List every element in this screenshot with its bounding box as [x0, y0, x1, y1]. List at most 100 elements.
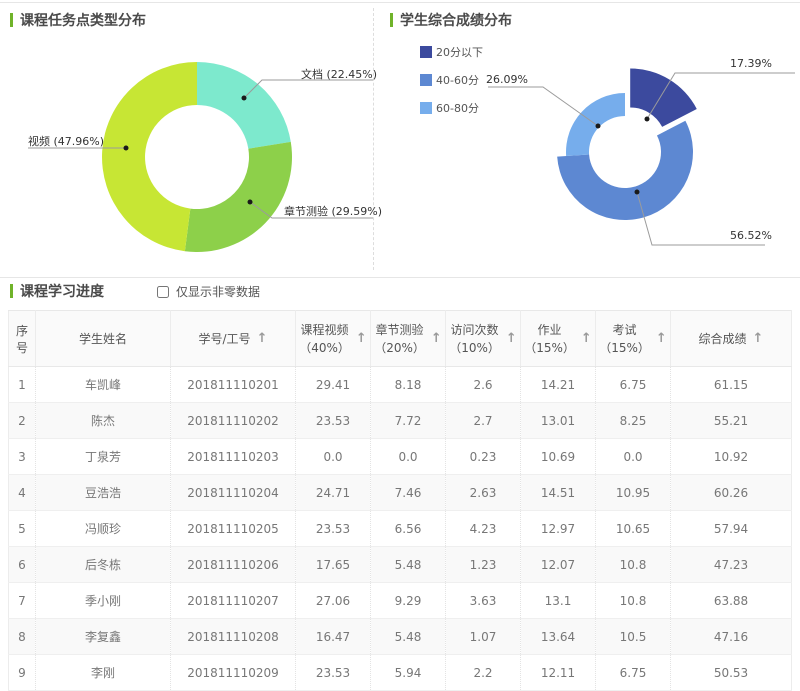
- cell-exam: 6.75: [595, 366, 671, 403]
- cell-exam: 10.65: [595, 510, 671, 547]
- pie-slice[interactable]: [630, 68, 697, 127]
- slice-label-40-60: 56.52%: [730, 229, 772, 242]
- table-row: 1 车凯峰 201811110201 29.41 8.18 2.6 14.21 6.75 61.…: [8, 366, 792, 403]
- nonzero-filter-label: 仅显示非零数据: [176, 285, 261, 299]
- col-course-video[interactable]: 课程视频 （40%） ↑: [295, 310, 371, 367]
- table-row: 4 豆浩浩 201811110204 24.71 7.46 2.63 14.51 10.95 6…: [8, 474, 792, 511]
- col-visits[interactable]: 访问次数 （10%） ↑: [445, 310, 521, 367]
- cell-index: 6: [8, 546, 36, 583]
- pie-slice[interactable]: [102, 62, 197, 252]
- cell-chapter-quiz: 7.46: [370, 474, 446, 511]
- cell-course-video: 23.53: [295, 402, 371, 439]
- cell-index: 4: [8, 474, 36, 511]
- cell-visits: 2.63: [445, 474, 521, 511]
- sort-asc-icon[interactable]: ↑: [656, 331, 667, 346]
- cell-visits: 1.23: [445, 546, 521, 583]
- slice-label-quiz: 章节测验 (29.59%): [284, 205, 383, 218]
- cell-student-name: 陈杰: [35, 402, 171, 439]
- cell-index: 7: [8, 582, 36, 619]
- cell-chapter-quiz: 6.56: [370, 510, 446, 547]
- cell-visits: 4.23: [445, 510, 521, 547]
- table-row: 6 后冬栋 201811110206 17.65 5.48 1.23 12.07 10.8 47…: [8, 546, 792, 583]
- col-chapter-quiz[interactable]: 章节测验 （20%） ↑: [370, 310, 446, 367]
- cell-chapter-quiz: 5.48: [370, 618, 446, 655]
- col-student-name: 学生姓名: [35, 310, 171, 367]
- col-student-id[interactable]: 学号/工号 ↑: [170, 310, 296, 367]
- score-chart: 学生综合成绩分布 20分以下 40-60分 60-80分 17.39% 26.0…: [373, 0, 800, 277]
- cell-student-name: 丁泉芳: [35, 438, 171, 475]
- cell-homework: 12.97: [520, 510, 596, 547]
- cell-total-score: 10.92: [670, 438, 792, 475]
- table-row: 8 李复鑫 201811110208 16.47 5.48 1.07 13.64 10.5 47…: [8, 618, 792, 655]
- col-total-score[interactable]: 综合成绩 ↑: [670, 310, 792, 367]
- table-row: 7 季小刚 201811110207 27.06 9.29 3.63 13.1 10.8 63.…: [8, 582, 792, 619]
- cell-chapter-quiz: 8.18: [370, 366, 446, 403]
- cell-homework: 14.51: [520, 474, 596, 511]
- cell-homework: 13.01: [520, 402, 596, 439]
- cell-course-video: 17.65: [295, 546, 371, 583]
- cell-homework: 13.64: [520, 618, 596, 655]
- nonzero-filter[interactable]: 仅显示非零数据: [157, 283, 260, 300]
- cell-student-id: 201811110203: [170, 438, 296, 475]
- sort-asc-icon[interactable]: ↑: [257, 331, 268, 346]
- slice-label-video: 视频 (47.96%): [28, 135, 105, 148]
- cell-course-video: 27.06: [295, 582, 371, 619]
- cell-total-score: 61.15: [670, 366, 792, 403]
- cell-student-name: 后冬栋: [35, 546, 171, 583]
- cell-chapter-quiz: 0.0: [370, 438, 446, 475]
- slice-label-60-80: 26.09%: [486, 73, 528, 86]
- col-homework[interactable]: 作业 （15%） ↑: [520, 310, 596, 367]
- table-body: 1 车凯峰 201811110201 29.41 8.18 2.6 14.21 6.75 61.…: [8, 366, 792, 691]
- cell-homework: 14.21: [520, 366, 596, 403]
- cell-exam: 10.8: [595, 546, 671, 583]
- cell-student-id: 201811110201: [170, 366, 296, 403]
- cell-course-video: 16.47: [295, 618, 371, 655]
- pie-slice[interactable]: [197, 62, 291, 149]
- cell-visits: 1.07: [445, 618, 521, 655]
- sort-asc-icon[interactable]: ↑: [753, 331, 764, 346]
- cell-course-video: 24.71: [295, 474, 371, 511]
- table-row: 3 丁泉芳 201811110203 0.0 0.0 0.23 10.69 0.0 10.92: [8, 438, 792, 475]
- cell-index: 1: [8, 366, 36, 403]
- progress-section-title: 课程学习进度: [20, 284, 104, 300]
- table-row: 2 陈杰 201811110202 23.53 7.72 2.7 13.01 8.25 55.2…: [8, 402, 792, 439]
- cell-chapter-quiz: 7.72: [370, 402, 446, 439]
- cell-total-score: 57.94: [670, 510, 792, 547]
- cell-index: 2: [8, 402, 36, 439]
- table-header-row: 序号 学生姓名 学号/工号 ↑ 课程视频 （40%） ↑ 章节测验 （20%） ↑ 访问次…: [8, 310, 792, 367]
- sort-asc-icon[interactable]: ↑: [431, 331, 442, 346]
- cell-index: 5: [8, 510, 36, 547]
- sort-asc-icon[interactable]: ↑: [356, 331, 367, 346]
- slice-label-under20: 17.39%: [730, 57, 772, 70]
- cell-visits: 2.6: [445, 366, 521, 403]
- cell-index: 3: [8, 438, 36, 475]
- cell-student-name: 李复鑫: [35, 618, 171, 655]
- cell-student-name: 车凯峰: [35, 366, 171, 403]
- progress-section-header: 课程学习进度: [10, 281, 104, 301]
- cell-exam: 10.5: [595, 618, 671, 655]
- cell-course-video: 23.53: [295, 510, 371, 547]
- progress-table: 序号 学生姓名 学号/工号 ↑ 课程视频 （40%） ↑ 章节测验 （20%） ↑ 访问次…: [8, 310, 792, 691]
- cell-visits: 3.63: [445, 582, 521, 619]
- col-exam[interactable]: 考试 （15%） ↑: [595, 310, 671, 367]
- cell-total-score: 60.26: [670, 474, 792, 511]
- section-divider: [0, 277, 800, 278]
- cell-total-score: 63.88: [670, 582, 792, 619]
- col-index: 序号: [8, 310, 36, 367]
- cell-student-id: 201811110207: [170, 582, 296, 619]
- sort-asc-icon[interactable]: ↑: [581, 331, 592, 346]
- sort-asc-icon[interactable]: ↑: [506, 331, 517, 346]
- slice-label-doc: 文档 (22.45%): [301, 68, 378, 81]
- cell-homework: 10.69: [520, 438, 596, 475]
- pie-slice[interactable]: [184, 141, 292, 252]
- cell-student-name: 豆浩浩: [35, 474, 171, 511]
- cell-total-score: 55.21: [670, 402, 792, 439]
- cell-total-score: 47.16: [670, 618, 792, 655]
- cell-student-id: 201811110208: [170, 618, 296, 655]
- cell-visits: 2.7: [445, 402, 521, 439]
- nonzero-filter-checkbox[interactable]: [157, 285, 169, 298]
- cell-chapter-quiz: 5.48: [370, 546, 446, 583]
- cell-homework: 13.1: [520, 582, 596, 619]
- cell-exam: 0.0: [595, 438, 671, 475]
- cell-student-id: 201811110202: [170, 402, 296, 439]
